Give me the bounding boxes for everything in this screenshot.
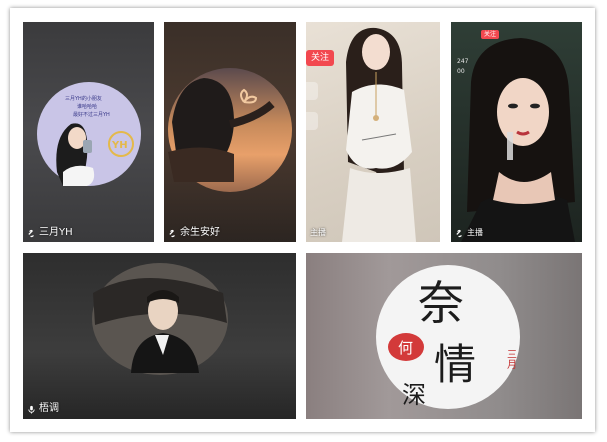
viewer-count: 247 — [457, 58, 469, 65]
follow-button[interactable]: 关注 — [306, 50, 335, 66]
caption-text: 主播 — [467, 228, 483, 237]
calligraphy-seal: 何 — [398, 339, 413, 357]
caption-text: 余生安好 — [180, 227, 220, 238]
avatar-monogram: YH — [111, 140, 128, 151]
avatar-text-line1: 三月YH的小朋友 — [65, 95, 102, 102]
caption-text: 主播 — [310, 228, 326, 237]
tile-streamer-portrait[interactable]: 关注 247 00 主播 — [451, 22, 582, 242]
tile-caption: 梧调 — [27, 403, 59, 415]
calligraphy-char-2: 情 — [434, 340, 476, 389]
photo-collage: 三月YH的小朋友 谁哈哈哈 最好不过三月YH YH 三月YH 余生安好 关注 主… — [10, 8, 595, 432]
avatar-text-line2: 谁哈哈哈 — [77, 103, 97, 110]
avatar-circle-yh: 三月YH的小朋友 谁哈哈哈 最好不过三月YH YH — [37, 82, 141, 186]
link-icon — [28, 229, 34, 237]
link-icon — [456, 229, 462, 237]
caption-text: 梧调 — [39, 403, 59, 414]
tile-sanyue-yh[interactable]: 三月YH的小朋友 谁哈哈哈 最好不过三月YH YH 三月YH — [23, 22, 154, 242]
side-tab[interactable] — [306, 82, 318, 100]
tile-caption: 主播 — [455, 227, 483, 239]
avatar-circle-sunset — [168, 68, 292, 192]
tile-yusheng-anhao[interactable]: 余生安好 — [164, 22, 296, 242]
side-tab[interactable] — [306, 112, 318, 130]
follow-button[interactable]: 关注 — [481, 30, 500, 39]
tile-calligraphy[interactable]: 奈 情 何 深 三月 — [306, 253, 582, 419]
photo-woman-portrait — [461, 38, 575, 242]
tile-caption: 三月YH — [27, 227, 73, 239]
avatar-text-line3: 最好不过三月YH — [73, 111, 110, 118]
avatar-circle-calligraphy: 奈 情 何 深 三月 — [376, 265, 520, 409]
tile-man-in-car[interactable]: 梧调 — [23, 253, 296, 419]
tile-caption: 主播 — [310, 227, 326, 239]
tile-streamer-white-outfit[interactable]: 关注 主播 — [306, 22, 440, 242]
calligraphy-char-1: 奈 — [418, 276, 464, 330]
calligraphy-side: 三月 — [505, 349, 517, 370]
calligraphy-bottom: 深 — [402, 381, 426, 409]
caption-text: 三月YH — [39, 227, 73, 238]
avatar-circle-man — [92, 263, 228, 375]
link-icon — [169, 229, 175, 237]
tile-caption: 余生安好 — [168, 227, 220, 239]
microphone-icon — [28, 405, 35, 414]
stat-value: 00 — [457, 68, 465, 75]
